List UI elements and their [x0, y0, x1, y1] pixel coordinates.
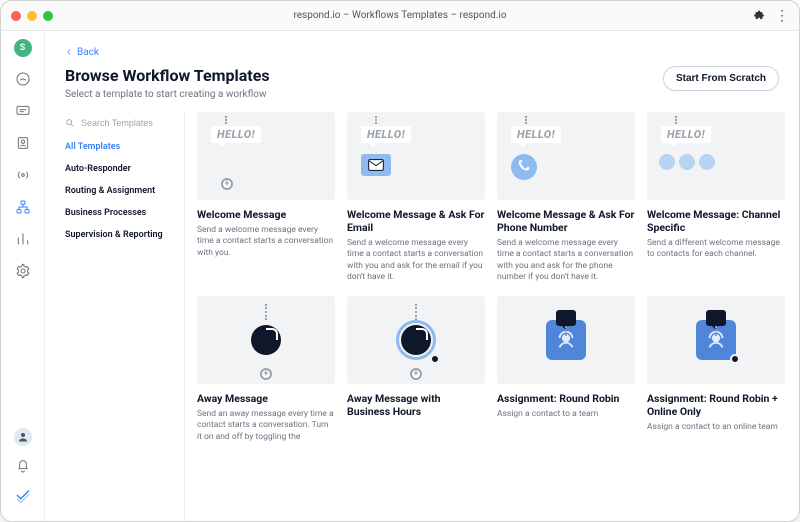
- category-item[interactable]: Business Processes: [65, 208, 174, 218]
- template-card[interactable]: Assignment: Round Robin + Online Only Ass…: [647, 296, 785, 444]
- template-description: Assign a contact to a team: [497, 409, 635, 420]
- category-item[interactable]: Auto-Responder: [65, 164, 174, 174]
- template-thumbnail: +: [197, 296, 335, 384]
- channel-icons-group: [659, 154, 715, 170]
- plus-node-icon: +: [410, 368, 422, 380]
- template-title: Welcome Message: [197, 208, 335, 221]
- maximize-window-icon[interactable]: [43, 11, 53, 21]
- template-description: Send a different welcome message to cont…: [647, 238, 785, 261]
- plus-node-icon: +: [221, 178, 233, 190]
- search-icon: [65, 118, 75, 128]
- template-description: Send a welcome message every time a cont…: [197, 225, 335, 259]
- window-title: respond.io – Workflows Templates – respo…: [293, 10, 506, 21]
- settings-icon[interactable]: [13, 261, 33, 281]
- template-thumbnail: HELLO!: [347, 112, 485, 200]
- template-card[interactable]: + Away Message Send an away message every …: [197, 296, 335, 444]
- template-card[interactable]: HELLO! + Welcome Message Send a welcome mes…: [197, 112, 335, 284]
- hello-badge: HELLO!: [361, 126, 411, 143]
- template-thumbnail: +: [347, 296, 485, 384]
- template-thumbnail: HELLO!: [647, 112, 785, 200]
- messages-icon[interactable]: [13, 101, 33, 121]
- current-user-avatar[interactable]: [14, 428, 32, 446]
- chevron-left-icon: [65, 48, 73, 56]
- template-title: Assignment: Round Robin: [497, 392, 635, 405]
- templates-scroll[interactable]: HELLO! + Welcome Message Send a welcome mes…: [185, 112, 789, 522]
- template-title: Welcome Message & Ask For Email: [347, 208, 485, 234]
- more-menu-icon[interactable]: ⋮: [775, 9, 789, 23]
- close-window-icon[interactable]: [11, 11, 21, 21]
- clock-icon: [386, 310, 446, 370]
- traffic-lights: [11, 11, 53, 21]
- minimize-window-icon[interactable]: [27, 11, 37, 21]
- page-subtitle: Select a template to start creating a wo…: [65, 89, 270, 100]
- reports-icon[interactable]: [13, 229, 33, 249]
- main-content: Back Browse Workflow Templates Select a …: [45, 31, 799, 521]
- template-description: Assign a contact to an online team: [647, 422, 785, 433]
- assignment-icon: [536, 310, 596, 370]
- search-input[interactable]: [81, 118, 161, 128]
- phone-icon: [511, 154, 537, 180]
- category-item[interactable]: Supervision & Reporting: [65, 230, 174, 240]
- contacts-icon[interactable]: [13, 133, 33, 153]
- template-thumbnail: HELLO!: [497, 112, 635, 200]
- broadcast-icon[interactable]: [13, 165, 33, 185]
- template-title: Away Message with Business Hours: [347, 392, 485, 418]
- template-card[interactable]: HELLO! Welcome Message & Ask For Email Sen…: [347, 112, 485, 284]
- mac-window: respond.io – Workflows Templates – respo…: [0, 0, 800, 522]
- dashboard-icon[interactable]: [13, 69, 33, 89]
- back-link[interactable]: Back: [65, 47, 99, 58]
- category-item[interactable]: All Templates: [65, 142, 174, 152]
- envelope-icon: [361, 154, 391, 176]
- category-sidebar: All Templates Auto-Responder Routing & Ass…: [65, 112, 185, 522]
- template-title: Welcome Message: Channel Specific: [647, 208, 785, 234]
- icon-rail: S: [1, 31, 45, 521]
- extension-icon[interactable]: [753, 6, 765, 25]
- workflows-icon[interactable]: [13, 197, 33, 217]
- template-description: Send an away message every time a contac…: [197, 409, 335, 443]
- template-description: Send a welcome message every time a cont…: [347, 238, 485, 284]
- template-card[interactable]: + Away Message with Business Hours: [347, 296, 485, 444]
- template-card[interactable]: Assignment: Round Robin Assign a contact …: [497, 296, 635, 444]
- template-title: Away Message: [197, 392, 335, 405]
- template-title: Welcome Message & Ask For Phone Number: [497, 208, 635, 234]
- search-wrap: [65, 114, 174, 138]
- start-from-scratch-button[interactable]: Start From Scratch: [663, 66, 779, 91]
- hello-badge: HELLO!: [511, 126, 561, 143]
- category-item[interactable]: Routing & Assignment: [65, 186, 174, 196]
- template-card[interactable]: HELLO! Welcome Message & Ask For Phone Nu…: [497, 112, 635, 284]
- template-title: Assignment: Round Robin + Online Only: [647, 392, 785, 418]
- notifications-icon[interactable]: [13, 456, 33, 476]
- back-link-label: Back: [77, 47, 99, 58]
- assignment-icon: [686, 310, 746, 370]
- workspace-avatar[interactable]: S: [14, 39, 32, 57]
- plus-node-icon: +: [260, 368, 272, 380]
- template-thumbnail: HELLO! +: [197, 112, 335, 200]
- clock-icon: [236, 310, 296, 370]
- template-thumbnail: [497, 296, 635, 384]
- titlebar: respond.io – Workflows Templates – respo…: [1, 1, 799, 31]
- brand-check-icon: [14, 486, 32, 507]
- template-description: Send a welcome message every time a cont…: [497, 238, 635, 284]
- hello-badge: HELLO!: [661, 126, 711, 143]
- template-card[interactable]: HELLO! Welcome Message: Channel Specific S…: [647, 112, 785, 284]
- hello-badge: HELLO!: [211, 126, 261, 143]
- template-thumbnail: [647, 296, 785, 384]
- page-title: Browse Workflow Templates: [65, 66, 270, 85]
